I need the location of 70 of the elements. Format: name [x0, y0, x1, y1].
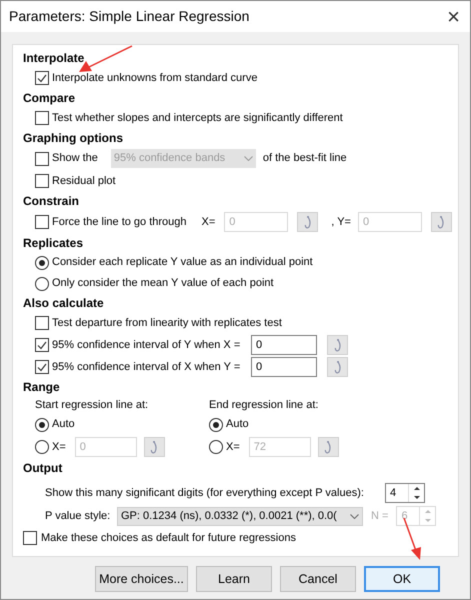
checkbox-label: Interpolate unknowns from standard curve	[52, 70, 258, 86]
x-label: X=	[202, 214, 216, 230]
radio-button[interactable]	[35, 440, 49, 454]
section-heading: Constrain	[23, 193, 80, 210]
hook-icon	[334, 338, 342, 352]
column-label: Start regression line at:	[35, 398, 150, 413]
radio-label: X=	[52, 440, 66, 455]
section-heading: Output	[23, 460, 62, 477]
hook-icon	[334, 360, 342, 374]
number-field[interactable]: 0	[251, 357, 317, 377]
section-heading: Compare	[23, 90, 76, 107]
radio-button[interactable]	[35, 276, 49, 290]
radio-button[interactable]	[209, 440, 223, 454]
checkbox-label: Show the	[52, 151, 98, 166]
checkbox[interactable]	[35, 360, 49, 374]
dialog-button[interactable]: OK	[364, 566, 440, 592]
radio-label: Only consider the mean Y value of each point	[52, 276, 274, 292]
suffix-text: of the best-fit line	[262, 151, 347, 166]
check-icon	[37, 340, 47, 350]
y-label: , Y=	[331, 214, 351, 230]
number-field[interactable]: 0	[251, 335, 317, 355]
radio-label: X=	[226, 440, 240, 455]
pick-button[interactable]	[318, 437, 339, 457]
dialog-button[interactable]: Learn	[196, 566, 272, 592]
column-label: End regression line at:	[209, 398, 320, 413]
checkbox[interactable]	[35, 111, 49, 125]
checkbox[interactable]	[23, 530, 37, 545]
annotation-arrow	[401, 517, 423, 561]
hook-icon	[324, 440, 332, 454]
checkbox[interactable]	[35, 338, 49, 352]
hook-icon	[304, 215, 312, 229]
hook-icon	[150, 440, 158, 454]
pick-button[interactable]	[144, 437, 165, 457]
n-label: N =	[371, 509, 388, 524]
section-heading: Graphing options	[23, 130, 123, 147]
spin-field[interactable]: 4	[385, 483, 425, 504]
section-heading: Range	[23, 379, 60, 396]
checkbox-label: 95% confidence interval of X when Y =	[52, 360, 242, 375]
radio-button[interactable]	[209, 418, 223, 432]
p-style-label: P value style:	[45, 509, 112, 524]
checkbox[interactable]	[35, 174, 49, 188]
checkbox-label: Test whether slopes and intercepts are significantly different	[52, 110, 343, 126]
checkbox-label: Test departure from linearity with replicates test	[52, 316, 282, 331]
checkbox[interactable]	[35, 71, 49, 85]
section-heading: Interpolate	[23, 50, 84, 67]
check-icon	[37, 74, 47, 82]
radio-button[interactable]	[35, 256, 49, 270]
dialog-button[interactable]: Cancel	[280, 566, 356, 592]
pick-button[interactable]	[430, 212, 452, 232]
pick-button[interactable]	[297, 212, 318, 232]
check-icon	[37, 362, 47, 372]
radio-label: Auto	[52, 417, 75, 432]
radio-label: Consider each replicate Y value as an individual point	[52, 255, 313, 270]
window-title: Parameters: Simple Linear Regression	[9, 7, 250, 26]
dialog-button[interactable]: More choices...	[95, 566, 188, 592]
checkbox-label: Residual plot	[52, 174, 116, 189]
chevron-down-icon	[244, 156, 253, 161]
checkbox-label: Force the line to go through	[52, 214, 187, 230]
close-button[interactable]: ×	[447, 6, 460, 28]
hook-icon	[437, 215, 446, 229]
radio-label: Auto	[226, 417, 249, 432]
p-style-dropdown[interactable]: GP: 0.1234 (ns), 0.0332 (*), 0.0021 (**), 0.0(	[117, 506, 363, 526]
digits-label: Show this many significant digits (for everything except P values):	[45, 486, 364, 501]
checkbox[interactable]	[35, 316, 49, 330]
section-heading: Replicates	[23, 235, 84, 252]
chevron-down-icon	[350, 514, 359, 519]
checkbox-label: 95% confidence interval of Y when X =	[52, 338, 242, 353]
checkbox-label: Make these choices as default for future regressions	[41, 530, 296, 546]
radio-button[interactable]	[35, 418, 49, 432]
section-heading: Also calculate	[23, 295, 104, 312]
